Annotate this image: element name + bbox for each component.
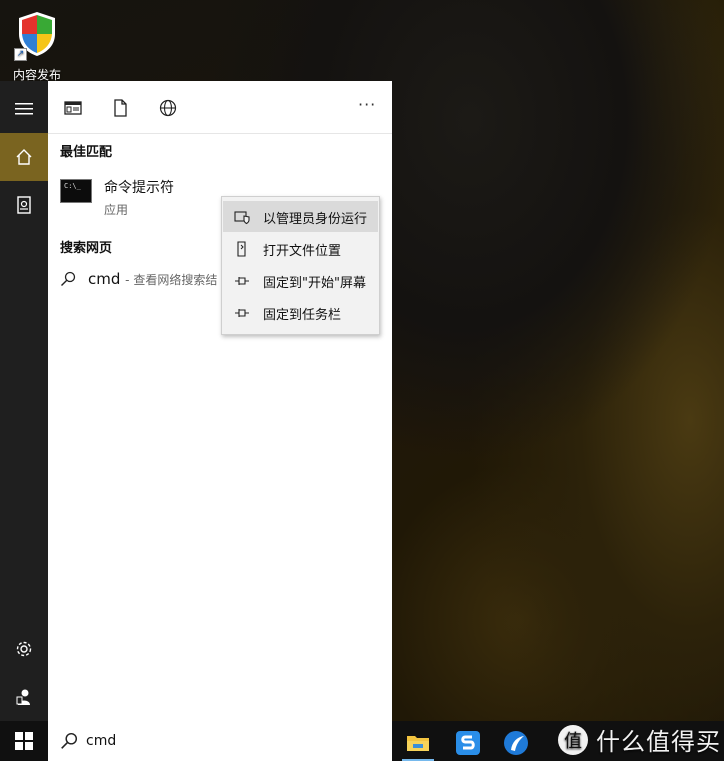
start-button[interactable] xyxy=(0,721,48,761)
sogou-button[interactable] xyxy=(444,725,492,761)
open-file-location-label: 打开文件位置 xyxy=(263,244,342,259)
shortcut-arrow-icon: ↗ xyxy=(14,48,27,61)
taskbar: 值 什么值得买 xyxy=(0,721,724,761)
open-file-location-menu-item[interactable]: 打开文件位置 xyxy=(223,233,378,264)
start-rail xyxy=(0,81,48,721)
pin-icon xyxy=(235,309,249,317)
best-match-heading: 最佳匹配 xyxy=(60,145,113,160)
file-explorer-icon xyxy=(407,736,429,751)
file-explorer-button[interactable] xyxy=(394,725,442,761)
home-icon[interactable] xyxy=(0,133,48,181)
search-icon xyxy=(61,271,76,286)
pin-icon xyxy=(235,277,249,285)
svg-text:值: 值 xyxy=(564,731,582,752)
web-icon[interactable] xyxy=(159,99,177,117)
pin-to-start-label: 固定到"开始"屏幕 xyxy=(263,276,366,291)
web-search-heading: 搜索网页 xyxy=(60,241,113,256)
taskbar-search-box[interactable] xyxy=(48,721,392,761)
documents-icon[interactable] xyxy=(111,99,129,117)
search-icon xyxy=(61,732,78,749)
search-input[interactable] xyxy=(86,730,376,752)
browser-button[interactable] xyxy=(492,725,540,761)
run-as-admin-label: 以管理员身份运行 xyxy=(263,212,368,227)
notebook-icon[interactable] xyxy=(0,181,48,229)
apps-icon[interactable] xyxy=(64,99,82,117)
run-as-admin-menu-item[interactable]: 以管理员身份运行 xyxy=(223,201,378,232)
search-filter-toolbar: ··· xyxy=(48,81,392,134)
shield-run-icon xyxy=(234,211,250,225)
pin-to-start-menu-item[interactable]: 固定到"开始"屏幕 xyxy=(223,265,378,296)
watermark-text: 什么值得买 xyxy=(596,728,721,756)
best-match-type: 应用 xyxy=(104,203,129,217)
file-location-icon xyxy=(237,241,246,257)
web-query-suffix: - 查看网络搜索结 xyxy=(125,273,218,287)
desktop-shortcut-icon[interactable]: ↗ 内容发布 xyxy=(4,10,70,83)
sogou-icon xyxy=(456,731,480,755)
search-results-panel: ··· 最佳匹配 C:\_ 命令提示符 应用 搜索网页 cmd - 查看网络搜索… xyxy=(48,81,392,721)
browser-icon xyxy=(504,731,528,755)
settings-icon[interactable] xyxy=(0,625,48,673)
web-query-text: cmd xyxy=(88,270,121,288)
pin-to-taskbar-label: 固定到任务栏 xyxy=(263,308,342,323)
windows-logo-icon xyxy=(15,732,33,750)
pin-to-taskbar-menu-item[interactable]: 固定到任务栏 xyxy=(223,297,378,328)
command-prompt-icon: C:\_ xyxy=(60,179,92,203)
context-menu: 以管理员身份运行 打开文件位置 固定到"开始"屏幕 固定到任务栏 xyxy=(221,196,380,335)
hamburger-icon[interactable] xyxy=(0,85,48,133)
watermark: 值 什么值得买 xyxy=(556,722,721,757)
zhi-logo-icon: 值 xyxy=(558,724,588,755)
user-icon[interactable] xyxy=(0,673,48,721)
best-match-name: 命令提示符 xyxy=(104,180,174,196)
more-options-button[interactable]: ··· xyxy=(358,95,376,114)
